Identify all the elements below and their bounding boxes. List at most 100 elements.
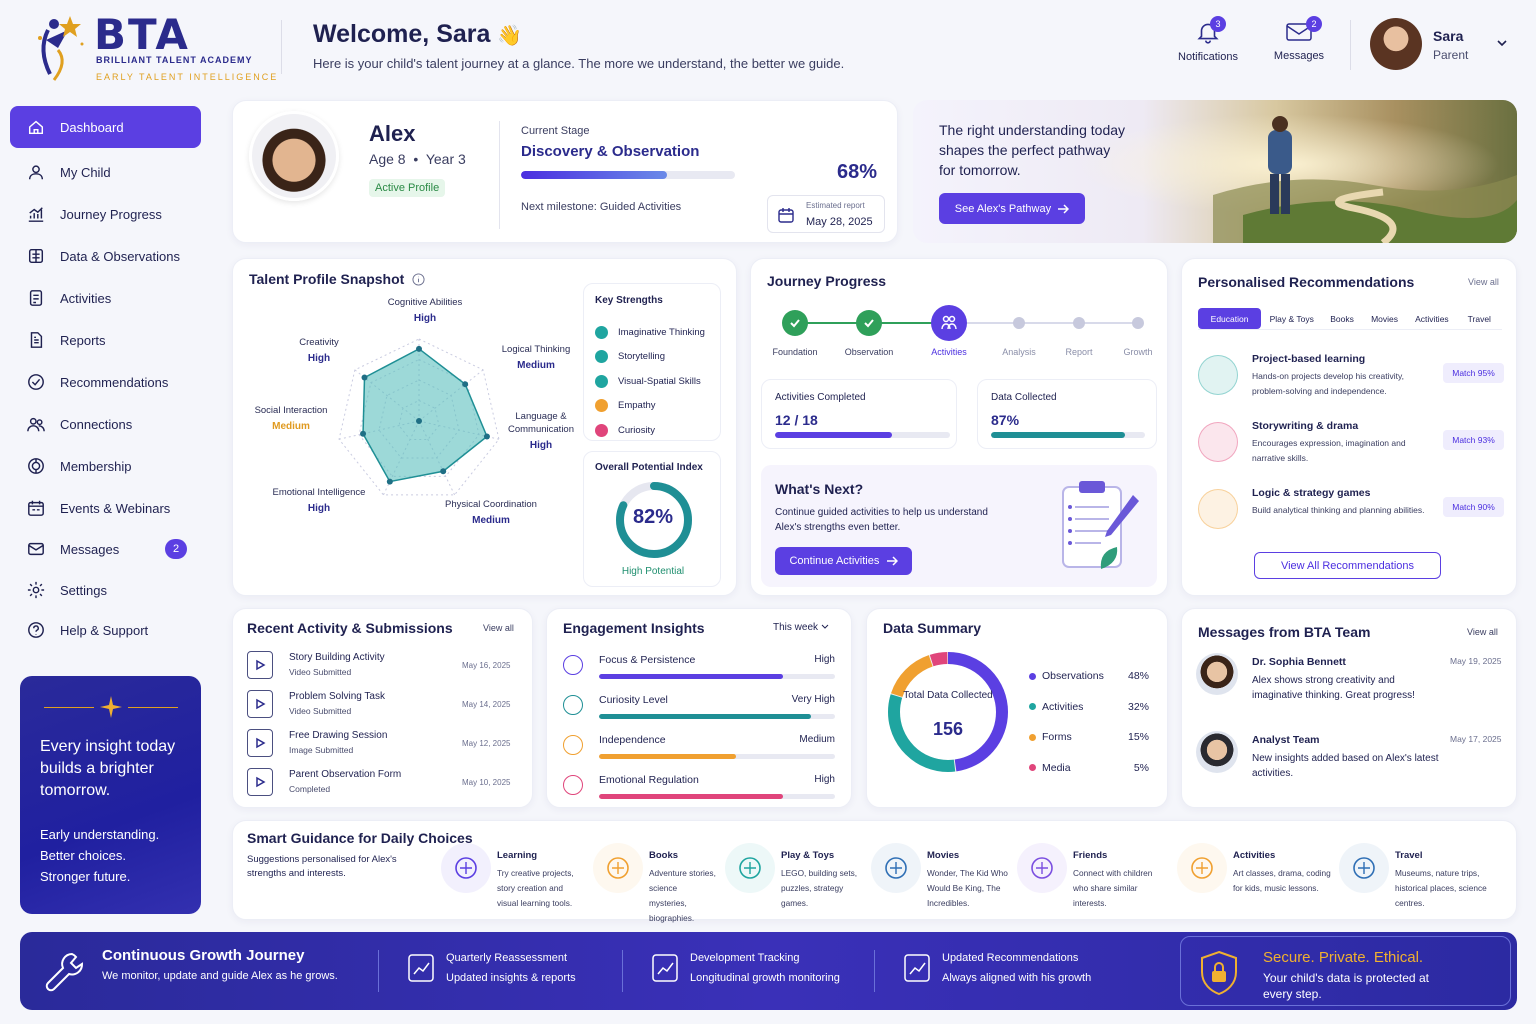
secure-text: Your child's data is protected at every … (1263, 971, 1429, 1001)
total-data-label: Total Data Collected (903, 690, 993, 701)
guidance-item-movies[interactable]: Movies Wonder, The Kid Who Would Be King,… (867, 839, 1013, 917)
sidebar-item-connections[interactable]: Connections (10, 404, 201, 444)
match-badge: Match 95% (1443, 363, 1504, 383)
sidebar-item-help-support[interactable]: Help & Support (10, 610, 201, 650)
guidance-item-books[interactable]: Books Adventure stories, science mysterie… (589, 839, 721, 923)
user-avatar[interactable] (1370, 18, 1422, 70)
promo-headline: Every insight today builds a brighter to… (40, 738, 176, 799)
sidebar-item-settings[interactable]: Settings (10, 570, 201, 610)
notifications-badge: 3 (1210, 16, 1226, 32)
see-pathway-button[interactable]: See Alex's Pathway (939, 193, 1085, 224)
legend-dot (1029, 733, 1036, 741)
step-analysis[interactable] (1013, 317, 1025, 329)
message-text: Alex shows strong creativity and imagina… (1252, 675, 1415, 701)
tab-travel[interactable]: Travel (1459, 308, 1500, 329)
membership-icon (26, 456, 46, 476)
radar-axis-label: Physical Coordination (445, 499, 537, 510)
tab-education[interactable]: Education (1198, 308, 1262, 329)
child-profile-card: Alex Age 8 • Year 3 Active Profile Curre… (232, 100, 898, 243)
plane-icon (1339, 843, 1389, 893)
sidebar-item-recommendations[interactable]: Recommendations (10, 362, 201, 402)
activity-row[interactable]: Story Building Activity Video Submitted Ma… (245, 649, 525, 685)
continue-activities-button[interactable]: Continue Activities (775, 547, 912, 575)
message-item[interactable]: Dr. Sophia Bennett May 19, 2025 Alex shows… (1196, 653, 1506, 723)
message-item[interactable]: Analyst Team May 17, 2025 New insights add… (1196, 731, 1506, 801)
recommendation-item[interactable]: Logic & strategy games Build analytical t… (1198, 487, 1508, 547)
growth-footer-banner: Continuous Growth Journey We monitor, up… (20, 932, 1517, 1010)
guidance-item-activities[interactable]: Activities Art classes, drama, coding for… (1173, 839, 1335, 917)
period-dropdown[interactable]: This week (773, 622, 829, 633)
messages-view-all[interactable]: View all (1467, 627, 1498, 637)
recommendation-item[interactable]: Storywriting & drama Encourages expressio… (1198, 420, 1508, 480)
sidebar-item-membership[interactable]: Membership (10, 446, 201, 486)
hero-text: The right understanding today shapes the… (939, 122, 1126, 178)
growth-title: Continuous Growth Journey (102, 947, 305, 964)
calendar-icon (26, 498, 46, 518)
activity-date: May 10, 2025 (462, 778, 511, 787)
step-label: Foundation (772, 347, 818, 357)
recent-activity-card: Recent Activity & Submissions View all S… (232, 608, 533, 808)
key-strengths-title: Key Strengths (595, 295, 663, 306)
messages-button[interactable]: 2 Messages (1268, 16, 1330, 66)
sidebar-item-events-webinars[interactable]: Events & Webinars (10, 488, 201, 528)
engagement-label: Curiosity Level (599, 694, 668, 706)
info-icon[interactable] (412, 273, 425, 286)
step-activities[interactable] (931, 305, 967, 341)
sidebar-item-journey-progress[interactable]: Journey Progress (10, 194, 201, 234)
activities-value: 12 / 18 (775, 412, 818, 428)
recommendation-icon (1198, 489, 1238, 529)
summary-legend-item: Activities 32% (1029, 692, 1149, 723)
activity-status: Image Submitted (289, 745, 354, 755)
tab-play-toys[interactable]: Play & Toys (1263, 308, 1320, 329)
chevron-down-icon[interactable] (1496, 38, 1508, 48)
tab-activities[interactable]: Activities (1407, 308, 1456, 329)
recommendations-card: Personalised Recommendations View all Ed… (1181, 258, 1517, 596)
tab-movies[interactable]: Movies (1364, 308, 1405, 329)
sidebar-item-data-observations[interactable]: Data & Observations (10, 236, 201, 276)
view-all-recommendations-button[interactable]: View All Recommendations (1254, 552, 1441, 579)
sidebar-item-activities[interactable]: Activities (10, 278, 201, 318)
user-icon (26, 162, 46, 182)
engagement-row: Emotional Regulation High (559, 769, 841, 807)
notifications-button[interactable]: 3 Notifications (1176, 16, 1240, 66)
radar-point (361, 374, 368, 381)
radar-axis-label: Communication (508, 424, 574, 435)
engagement-level: Very High (791, 694, 835, 705)
engagement-level: High (814, 654, 835, 665)
graduation-cap-icon (441, 843, 491, 893)
radar-axis-level: High (308, 503, 330, 514)
guidance-item-travel[interactable]: Travel Museums, nature trips, historical … (1335, 839, 1505, 917)
step-label: Growth (1123, 347, 1153, 357)
guidance-item-friends[interactable]: Friends Connect with children who share s… (1013, 839, 1173, 917)
guidance-item-learning[interactable]: Learning Try creative projects, story cre… (437, 839, 589, 917)
sidebar-item-messages[interactable]: Messages 2 (10, 529, 201, 569)
child-avatar[interactable] (249, 111, 339, 201)
sidebar-item-label: Journey Progress (60, 206, 162, 222)
welcome-subtitle: Here is your child's talent journey at a… (313, 56, 845, 71)
step-observation[interactable] (856, 310, 882, 336)
step-foundation[interactable] (782, 310, 808, 336)
sidebar-item-my-child[interactable]: My Child (10, 152, 201, 192)
engagement-icon (563, 735, 583, 755)
activity-row[interactable]: Free Drawing Session Image Submitted May 1… (245, 727, 525, 763)
welcome-title: Welcome, Sara 👋 (313, 20, 523, 48)
guidance-desc: Adventure stories, science mysteries, bi… (649, 868, 716, 923)
step-report[interactable] (1073, 317, 1085, 329)
recommendations-view-all[interactable]: View all (1468, 277, 1499, 287)
activity-title: Problem Solving Task (289, 691, 385, 702)
sidebar-item-reports[interactable]: Reports (10, 320, 201, 360)
activity-row[interactable]: Parent Observation Form Completed May 10, … (245, 766, 525, 802)
engagement-icon (563, 655, 583, 675)
estimated-report-box: Estimated report May 28, 2025 (767, 195, 885, 233)
sidebar-item-label: Activities (60, 290, 112, 306)
legend-dot (1029, 764, 1036, 772)
step-growth[interactable] (1132, 317, 1144, 329)
activity-row[interactable]: Problem Solving Task Video Submitted May 1… (245, 688, 525, 724)
sidebar-item-dashboard[interactable]: Dashboard (10, 106, 201, 148)
recent-view-all[interactable]: View all (483, 623, 514, 633)
recommendation-item[interactable]: Project-based learning Hands-on projects … (1198, 353, 1508, 413)
secure-title: Secure. Private. Ethical. (1263, 949, 1424, 966)
potential-title: Overall Potential Index (595, 462, 703, 473)
tab-books[interactable]: Books (1322, 308, 1361, 329)
guidance-item-play-toys[interactable]: Play & Toys LEGO, building sets, puzzles,… (721, 839, 867, 917)
